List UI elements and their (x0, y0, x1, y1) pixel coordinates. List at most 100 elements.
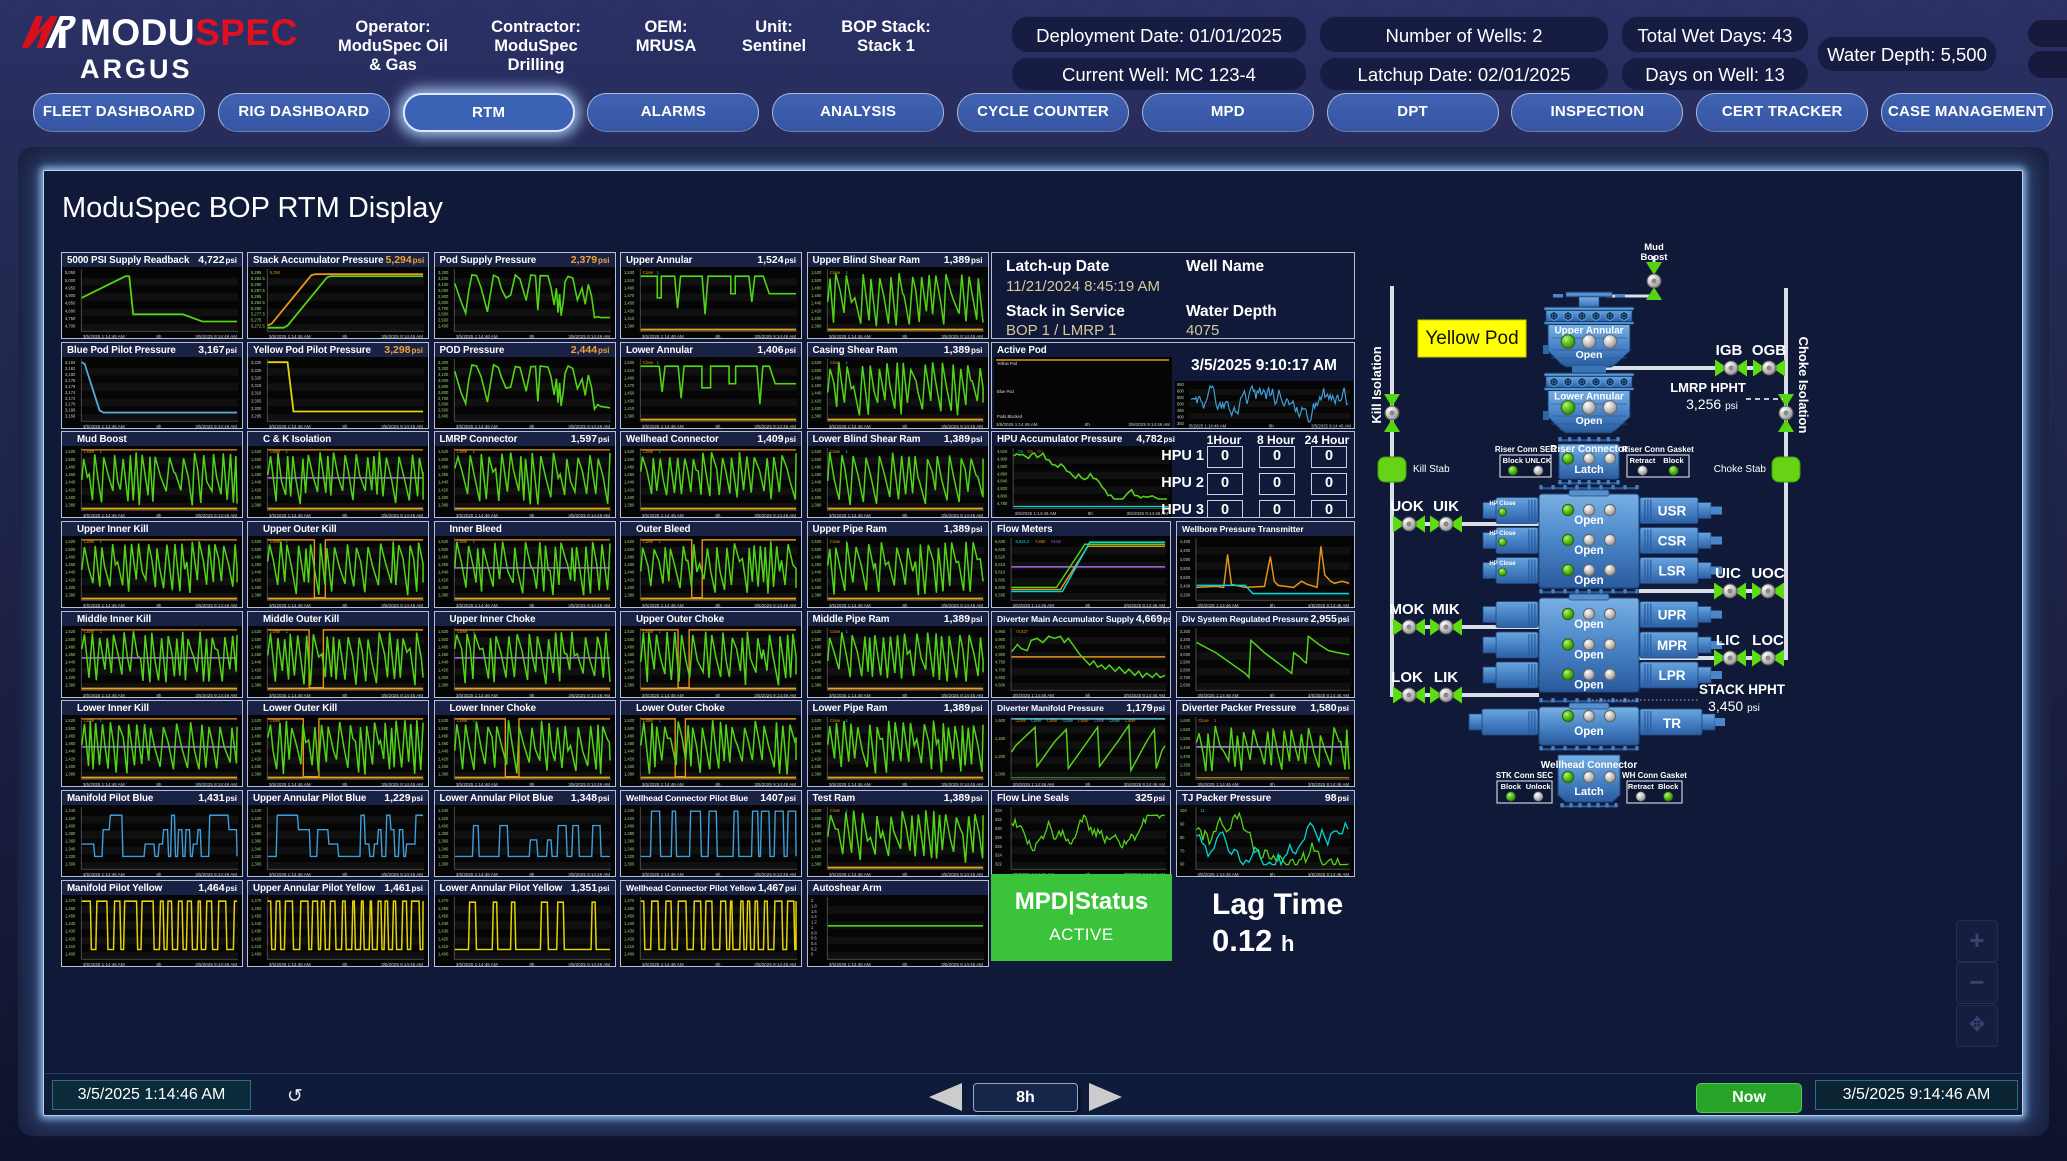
svg-text:UOK: UOK (1390, 498, 1424, 515)
svg-text:8h: 8h (1270, 603, 1275, 608)
svg-text:1,520: 1,520 (810, 270, 821, 275)
svg-text:1,380: 1,380 (810, 683, 821, 688)
svg-text:Latch: Latch (1574, 464, 1604, 476)
svg-text:3,000: 3,000 (437, 288, 448, 293)
svg-text:1,320: 1,320 (624, 854, 635, 859)
svg-text:3/5/2025 1:14:46 AM: 3/5/2025 1:14:46 AM (269, 513, 311, 518)
svg-text:332: 332 (995, 817, 1002, 822)
svg-text:1,530: 1,530 (624, 360, 635, 365)
svg-text:8h: 8h (1270, 693, 1275, 698)
svg-text:4,000: 4,000 (1180, 557, 1191, 562)
svg-text:3/5/2025 1:14:46 AM: 3/5/2025 1:14:46 AM (83, 513, 125, 518)
svg-text:8h: 8h (1085, 422, 1090, 427)
svg-text:3/5/2025 9:14:46 AM: 3/5/2025 9:14:46 AM (568, 782, 610, 787)
svg-text:1,550: 1,550 (1180, 727, 1191, 732)
svg-text:1,320: 1,320 (251, 854, 262, 859)
svg-text:1,500: 1,500 (251, 457, 262, 462)
svg-text:1,380: 1,380 (251, 503, 262, 508)
svg-text:3/5/2025 1:14:46 AM: 3/5/2025 1:14:46 AM (1197, 603, 1238, 608)
svg-text:8h: 8h (342, 693, 347, 698)
svg-text:1,460: 1,460 (251, 906, 262, 911)
svg-text:6,600: 6,600 (995, 585, 1006, 590)
svg-text:3/5/2025 9:14:46 AM: 3/5/2025 9:14:46 AM (381, 424, 423, 429)
svg-text:4,700: 4,700 (995, 667, 1006, 672)
svg-text:1,460: 1,460 (810, 293, 821, 298)
svg-text:1,480: 1,480 (437, 554, 448, 559)
svg-text:3/5/2025 9:14:46 AM: 3/5/2025 9:14:46 AM (195, 962, 237, 967)
svg-text:1,500: 1,500 (65, 637, 76, 642)
svg-text:1,480: 1,480 (810, 644, 821, 649)
svg-text:1,480: 1,480 (810, 285, 821, 290)
svg-text:400: 400 (1177, 414, 1185, 419)
svg-text:3/5/2025 9:14:46 AM: 3/5/2025 9:14:46 AM (1128, 422, 1170, 427)
svg-text:3/5/2025 9:14:46 AM: 3/5/2025 9:14:46 AM (754, 513, 796, 518)
svg-text:3/5/2025 1:14:46 AM: 3/5/2025 1:14:46 AM (455, 693, 497, 698)
svg-text:1,400: 1,400 (810, 764, 821, 769)
svg-text:3/5/2025 1:14:46 AM: 3/5/2025 1:14:46 AM (269, 603, 311, 608)
svg-text:1,460: 1,460 (437, 562, 448, 567)
svg-text:2,400: 2,400 (437, 414, 448, 419)
svg-text:1.6: 1.6 (810, 909, 816, 914)
svg-text:3,295: 3,295 (251, 414, 262, 419)
svg-text:Close: Close (829, 808, 840, 813)
svg-text:1,480: 1,480 (437, 733, 448, 738)
svg-text:1,420: 1,420 (437, 487, 448, 492)
svg-text:Kill Stab: Kill Stab (1413, 464, 1450, 475)
svg-text:1,350: 1,350 (1180, 763, 1191, 768)
svg-text:8h: 8h (342, 603, 347, 608)
svg-text:Choke Stab: Choke Stab (1714, 464, 1767, 475)
svg-text:3/5/2025 1:14:46 AM: 3/5/2025 1:14:46 AM (642, 424, 684, 429)
svg-text:1,420: 1,420 (810, 756, 821, 761)
svg-text:1,400: 1,400 (624, 675, 635, 680)
svg-text:1,440: 1,440 (437, 480, 448, 485)
svg-text:1,340: 1,340 (65, 846, 76, 851)
svg-text:1,400: 1,400 (995, 736, 1006, 741)
svg-text:1,380: 1,380 (624, 772, 635, 777)
svg-text:3,000: 3,000 (1180, 652, 1191, 657)
svg-text:1,470: 1,470 (251, 898, 262, 903)
svg-text:8h: 8h (342, 872, 347, 877)
svg-text:1,320: 1,320 (437, 854, 448, 859)
svg-text:3,325: 3,325 (251, 368, 262, 373)
svg-text:MPR: MPR (1657, 638, 1687, 653)
svg-text:1,520: 1,520 (810, 629, 821, 634)
svg-text:Blue Pod: Blue Pod (997, 389, 1014, 394)
svg-text:3,200: 3,200 (437, 276, 448, 281)
svg-text:/5/2025 1:14:46 AM: /5/2025 1:14:46 AM (1189, 423, 1227, 428)
svg-text:1,440: 1,440 (810, 839, 821, 844)
svg-text:8h: 8h (902, 424, 907, 429)
svg-text:1,460: 1,460 (251, 741, 262, 746)
svg-text:3/5/2025 1:14:46 AM: 3/5/2025 1:14:46 AM (83, 334, 125, 339)
svg-text:1,200: 1,200 (995, 754, 1006, 759)
svg-text:0.4: 0.4 (810, 941, 816, 946)
svg-text:1,440: 1,440 (65, 480, 76, 485)
svg-text:1,440: 1,440 (624, 808, 635, 813)
svg-text:1,400: 1,400 (65, 585, 76, 590)
svg-text:8h: 8h (1085, 603, 1090, 608)
svg-text:5,290: 5,290 (251, 282, 262, 287)
svg-text:1,340: 1,340 (251, 846, 262, 851)
svg-text:5,272.5: 5,272.5 (251, 324, 265, 329)
svg-text:0.8: 0.8 (810, 930, 816, 935)
svg-text:Close: Close (1198, 718, 1209, 723)
svg-text:3/5/2025 9:14:46 AM: 3/5/2025 9:14:46 AM (195, 424, 237, 429)
svg-text:3/5/2025 1:14:46 AM: 3/5/2025 1:14:46 AM (828, 962, 870, 967)
svg-text:4,900: 4,900 (997, 456, 1008, 461)
svg-text:1,420: 1,420 (251, 667, 262, 672)
svg-text:7,880: 7,880 (1035, 539, 1046, 544)
svg-text:1,420: 1,420 (65, 487, 76, 492)
svg-text:74,827: 74,827 (1015, 629, 1028, 634)
svg-text:4,750: 4,750 (65, 316, 76, 321)
svg-text:3/5/2025 9:14:46 AM: 3/5/2025 9:14:46 AM (754, 424, 796, 429)
svg-text:1,600: 1,600 (995, 718, 1006, 723)
svg-text:Block: Block (1658, 782, 1679, 791)
svg-text:1,380: 1,380 (624, 831, 635, 836)
svg-text:3/5/2025 1:14:46 AM: 3/5/2025 1:14:46 AM (1013, 782, 1055, 787)
svg-text:1,440: 1,440 (251, 570, 262, 575)
svg-text:1,400: 1,400 (810, 406, 821, 411)
svg-text:8h: 8h (1088, 511, 1093, 516)
svg-text:5,294: 5,294 (270, 270, 281, 275)
svg-text:2,900: 2,900 (437, 294, 448, 299)
svg-text:3/5/2025 1:14:46 AM: 3/5/2025 1:14:46 AM (1197, 782, 1238, 787)
svg-text:8h: 8h (156, 782, 161, 787)
